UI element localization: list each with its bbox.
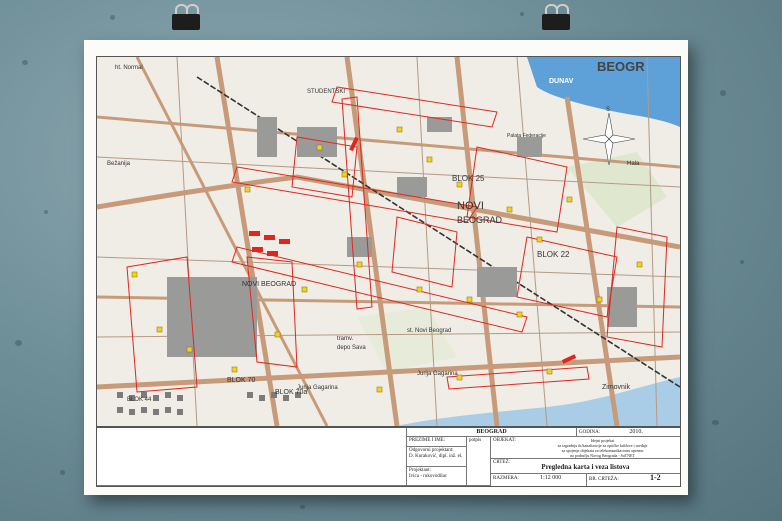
label-zimovnik: Zimovnik <box>602 384 631 391</box>
objekat-cell: OBJEKAT: Idejni projekat za izgradnju tk… <box>491 437 680 459</box>
projektant-value: Ivica - rukovodilac <box>409 474 448 479</box>
label-blok-70: BLOK 70 <box>227 377 256 384</box>
objekat-line: na području Novog Beograda - SaTNET <box>570 453 635 458</box>
label-blok-25: BLOK 25 <box>452 174 485 183</box>
crtez-label: CRTEŽ: <box>493 460 510 465</box>
title-block: BEOGRAD GODINA: 2010. PREZIME I IME: pot… <box>96 427 681 487</box>
br-crteza-cell: BR. CRTEŽA: 1-2 <box>587 474 680 486</box>
label-tramvajsko: tramv. <box>337 336 354 342</box>
label-palata: Palata Federacije <box>507 133 546 139</box>
razmera-label: RAZMERA: <box>493 476 519 481</box>
label-studentski: STUDENTSKI <box>307 89 345 95</box>
label-bezanija: Bežanija <box>107 161 131 167</box>
odg-projektant-value: D. Kuraković, dipl. inž. el. <box>409 454 463 459</box>
binder-clip-right <box>542 4 570 30</box>
map-canvas: S BEOGR DUNAV NOVI BEOGRAD NOVI BEOGRAD … <box>97 57 680 426</box>
objekat-label: OBJEKAT: <box>493 438 516 443</box>
label-blok-44: BLOK 44 <box>127 397 152 403</box>
br-crteza-label: BR. CRTEŽA: <box>589 477 619 482</box>
label-jurija-gagarina-2: Jurija Gagarina <box>417 371 458 377</box>
godina-label: GODINA: <box>579 430 601 435</box>
label-ht-normal: ht. Normal <box>115 65 143 71</box>
godina-cell: GODINA: 2010. <box>577 428 680 437</box>
title-block-blank <box>97 428 407 486</box>
crtez-value: Pregledna karta i veza listova <box>541 463 630 471</box>
map-area: S BEOGR DUNAV NOVI BEOGRAD NOVI BEOGRAD … <box>96 56 681 427</box>
razmera-value: 1:12 000 <box>540 475 562 481</box>
label-blok-22: BLOK 22 <box>537 250 570 259</box>
razmera-cell: RAZMERA: 1:12 000 <box>491 474 587 486</box>
binder-clip-left <box>172 4 200 30</box>
label-beograd: BEOGR <box>597 59 645 74</box>
map-poster: S BEOGR DUNAV NOVI BEOGRAD NOVI BEOGRAD … <box>84 40 688 495</box>
label-depo: depo Sava <box>337 345 366 351</box>
city-name: BEOGRAD <box>407 428 577 437</box>
label-hala: Hala <box>627 161 640 167</box>
br-crteza-value: 1-2 <box>649 474 661 482</box>
projektant-cell: Projektant: Ivica - rukovodilac <box>407 467 467 486</box>
objekat-description: Idejni projekat za izgradnju tk/kanaliza… <box>527 438 678 458</box>
crtez-cell: CRTEŽ: Pregledna karta i veza listova <box>491 459 680 474</box>
label-dunav: DUNAV <box>549 78 574 85</box>
prezime-label: PREZIME I IME: <box>407 437 467 447</box>
label-jurija-gagarina-1: Jurija Gagarina <box>297 385 338 391</box>
potpis-label: potpis <box>467 437 491 486</box>
label-stanica: st. Novi Beograd <box>407 328 451 334</box>
label-novi-beograd-west: NOVI BEOGRAD <box>242 281 296 288</box>
label-novi: NOVI <box>457 200 484 212</box>
godina-value: 2010. <box>629 429 643 435</box>
odg-projektant-cell: Odgovorni projektant: D. Kuraković, dipl… <box>407 447 467 467</box>
compass-north-label: S <box>606 107 610 113</box>
label-beograd-novi: BEOGRAD <box>457 215 503 225</box>
